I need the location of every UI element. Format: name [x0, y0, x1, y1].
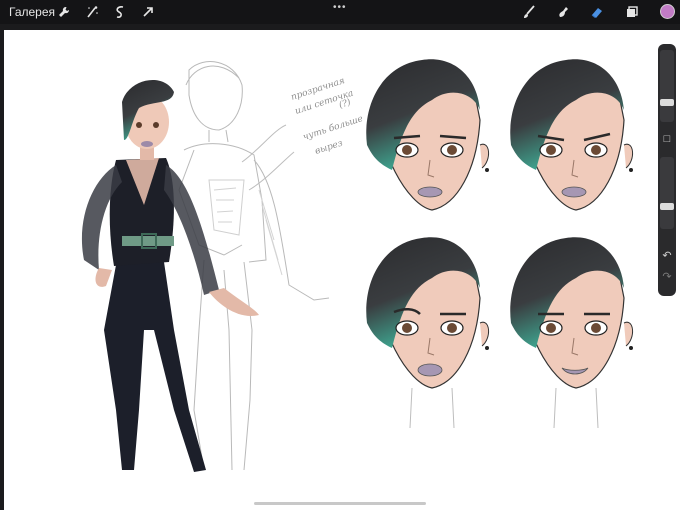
undo-icon[interactable]: ↶ [662, 251, 671, 262]
home-indicator [254, 502, 426, 505]
redo-icon[interactable]: ↷ [662, 272, 671, 283]
canvas-area: прозрачная или сеточка (?) чуть больше в… [0, 24, 680, 510]
colored-figure [81, 79, 259, 472]
note-pointers [241, 124, 295, 191]
modify-button[interactable]: □ [664, 134, 671, 145]
brush-icon[interactable] [521, 4, 537, 20]
opacity-thumb[interactable] [660, 203, 674, 210]
menu-dots[interactable]: ••• [333, 2, 347, 13]
sketch-notes: прозрачная или сеточка (?) чуть больше в… [290, 76, 365, 157]
artwork: прозрачная или сеточка (?) чуть больше в… [81, 59, 633, 472]
face-study-1 [366, 59, 489, 211]
opacity-slider[interactable] [660, 157, 674, 229]
note-line-5: вырез [314, 138, 344, 156]
layers-icon[interactable] [624, 4, 640, 20]
top-toolbar: Галерея ••• [0, 0, 680, 24]
color-picker-swatch[interactable] [660, 4, 675, 19]
face-study-4 [510, 237, 633, 429]
brush-size-slider[interactable] [660, 50, 674, 122]
note-line-4: чуть больше [302, 113, 365, 143]
gallery-button[interactable]: Галерея [9, 5, 55, 19]
wrench-icon[interactable] [56, 4, 72, 20]
eraser-icon[interactable] [589, 4, 605, 20]
magic-wand-icon[interactable] [84, 4, 100, 20]
selection-icon[interactable] [112, 4, 128, 20]
brush-size-thumb[interactable] [660, 99, 674, 106]
face-study-2 [510, 59, 633, 211]
side-toolbar: □ ↶ ↷ [658, 44, 676, 296]
drawing-canvas[interactable]: прозрачная или сеточка (?) чуть больше в… [4, 30, 680, 510]
face-study-3 [366, 237, 489, 429]
smudge-icon[interactable] [555, 4, 571, 20]
transform-arrow-icon[interactable] [140, 4, 156, 20]
